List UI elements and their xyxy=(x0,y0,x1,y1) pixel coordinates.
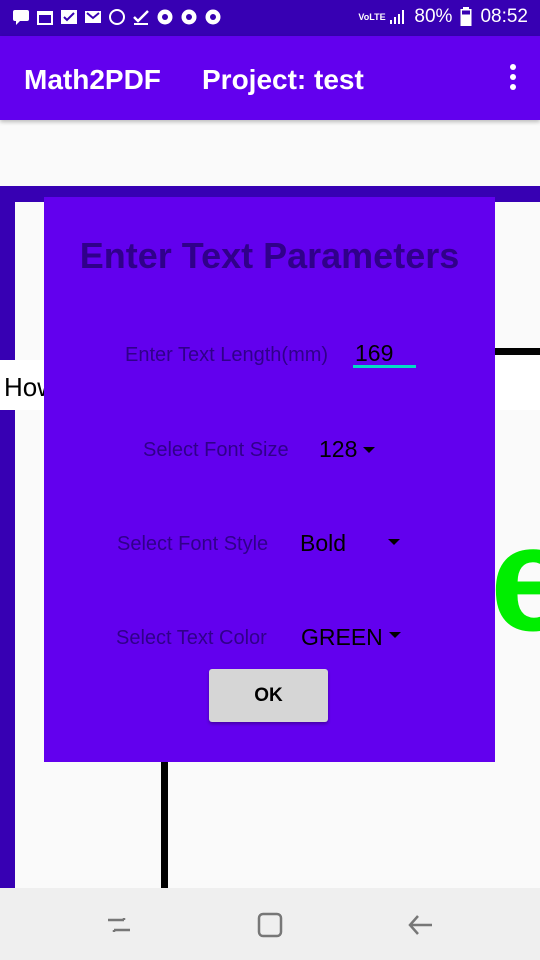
recent-apps-icon[interactable] xyxy=(104,910,134,940)
notification-icons xyxy=(12,8,222,26)
text-color-select[interactable]: GREEN xyxy=(301,624,383,651)
calendar-icon xyxy=(37,11,53,25)
canvas-glyph: e xyxy=(488,520,540,640)
message-icon xyxy=(13,10,29,25)
check-icon xyxy=(133,10,149,25)
home-icon[interactable] xyxy=(255,910,285,940)
volte-icon: VoLTE xyxy=(358,12,386,22)
ok-button[interactable]: OK xyxy=(209,669,328,722)
signal-icon xyxy=(390,10,405,24)
chrome-icon xyxy=(205,9,221,25)
text-parameters-dialog: Enter Text Parameters Enter Text Length(… xyxy=(44,197,495,762)
clock: 08:52 xyxy=(480,6,528,27)
chevron-down-icon[interactable] xyxy=(389,632,401,638)
chevron-down-icon[interactable] xyxy=(388,539,400,545)
task-icon xyxy=(61,10,77,24)
dialog-title: Enter Text Parameters xyxy=(79,235,460,276)
text-length-underline xyxy=(353,365,416,368)
canvas-line xyxy=(494,348,540,355)
back-icon[interactable] xyxy=(406,910,436,940)
navigation-bar xyxy=(0,888,540,960)
overflow-menu-icon[interactable] xyxy=(508,64,518,94)
canvas-left-border xyxy=(0,186,15,888)
font-style-select[interactable]: Bold xyxy=(300,530,346,557)
font-size-select[interactable]: 128 xyxy=(319,436,357,463)
gmail-icon xyxy=(85,11,101,23)
chevron-down-icon[interactable] xyxy=(363,447,375,453)
project-title: Project: test xyxy=(202,64,364,95)
whatsapp-icon xyxy=(109,9,125,25)
battery-percent: 80% xyxy=(414,6,453,27)
chrome-icon xyxy=(181,9,197,25)
chrome-icon xyxy=(157,9,173,25)
font-style-label: Select Font Style xyxy=(117,533,269,555)
font-size-label: Select Font Size xyxy=(143,439,289,461)
app-title: Math2PDF xyxy=(24,64,161,95)
app-bar: Math2PDF Project: test xyxy=(0,36,540,120)
battery-icon xyxy=(460,7,472,26)
text-color-label: Select Text Color xyxy=(116,627,267,649)
canvas-line xyxy=(161,760,168,888)
status-bar: VoLTE 80% 08:52 xyxy=(0,0,540,36)
text-length-input[interactable]: 169 xyxy=(355,340,393,367)
canvas-glyph-text: e xyxy=(490,520,540,640)
status-indicators: VoLTE 80% 08:52 xyxy=(358,6,528,28)
text-length-label: Enter Text Length(mm) xyxy=(125,344,329,366)
